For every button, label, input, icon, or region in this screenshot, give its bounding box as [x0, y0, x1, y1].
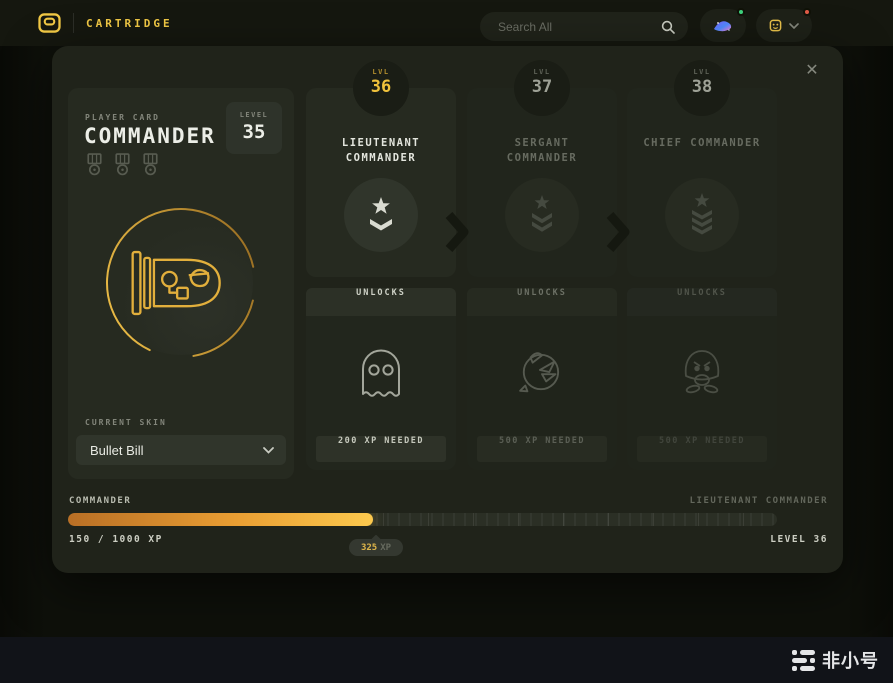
brand-name: CARTRIDGE	[86, 17, 173, 30]
xp-progress-bar	[68, 513, 777, 526]
tooltip-unit: XP	[380, 543, 391, 553]
unlocks-header: UNLOCKS	[467, 288, 617, 316]
divider	[73, 13, 74, 33]
chevron-down-icon	[263, 447, 274, 454]
level-notch: LVL 37	[514, 60, 570, 116]
brand[interactable]: CARTRIDGE	[38, 13, 173, 33]
alert-status-dot	[803, 8, 811, 16]
search-input[interactable]	[496, 19, 661, 35]
nebula-avatar-icon	[712, 18, 734, 34]
rank-star-three-chevrons-icon	[665, 178, 739, 252]
next-rank-label: LIEUTENANT COMMANDER	[690, 496, 828, 506]
rank-card-lvl-36: LVL 36 LIEUTENANT COMMANDER	[306, 88, 456, 277]
current-skin-label: CURRENT SKIN	[85, 418, 167, 427]
cartridge-logo-icon	[38, 13, 61, 33]
lvl-label: LVL	[514, 68, 570, 76]
chevron-down-icon	[789, 23, 799, 29]
medal-icon	[140, 152, 161, 177]
skin-dropdown[interactable]: Bullet Bill	[76, 435, 286, 465]
watermark-text: 非小号	[822, 647, 879, 673]
xp-progress-fill	[68, 513, 373, 526]
rank-star-two-chevrons-icon	[505, 178, 579, 252]
xp-needed-button[interactable]: 500 XP NEEDED	[637, 436, 767, 462]
skin-avatar	[105, 207, 257, 359]
close-icon[interactable]: ✕	[801, 60, 823, 82]
level-box: LEVEL 35	[226, 102, 282, 154]
chevron-right-connector-icon	[606, 212, 632, 252]
cheep-cheep-icon	[517, 346, 567, 396]
ghost-icon	[358, 346, 404, 400]
bullet-bill-outline-icon	[123, 244, 239, 322]
unlocks-header: UNLOCKS	[627, 288, 777, 316]
lvl-value: 37	[514, 77, 570, 97]
level-label: LEVEL	[226, 111, 282, 119]
unlock-panel-lvl-38: 500 XP NEEDED	[627, 316, 777, 470]
lvl-label: LVL	[674, 68, 730, 76]
search-icon[interactable]	[661, 20, 675, 34]
lvl-label: LVL	[353, 68, 409, 76]
rank-card-lvl-38: LVL 38 CHIEF COMMANDER	[627, 88, 777, 277]
feixiaohao-watermark: 非小号	[792, 647, 879, 673]
medal-icon	[84, 152, 105, 177]
footer-strip: 非小号	[0, 637, 893, 683]
goomba-icon	[675, 346, 729, 396]
current-rank-label: COMMANDER	[69, 496, 131, 506]
player-card: PLAYER CARD COMMANDER LEVEL 35	[68, 88, 294, 479]
search-bar[interactable]	[480, 12, 688, 41]
chevron-right-connector-icon	[445, 212, 471, 252]
rank-name: SERGANT COMMANDER	[467, 136, 617, 166]
rank-name: LIEUTENANT COMMANDER	[306, 136, 456, 166]
unlocks-header: UNLOCKS	[306, 288, 456, 316]
level-notch: LVL 36	[353, 60, 409, 116]
rank-name: CHIEF COMMANDER	[627, 136, 777, 151]
level-value: 35	[226, 121, 282, 143]
skin-dropdown-value: Bullet Bill	[90, 443, 143, 458]
xp-tooltip: 325 XP	[349, 539, 403, 556]
unlock-panel-lvl-37: 500 XP NEEDED	[467, 316, 617, 470]
xp-needed-button[interactable]: 500 XP NEEDED	[477, 436, 607, 462]
level-notch: LVL 38	[674, 60, 730, 116]
feixiaohao-logo-icon	[792, 650, 815, 671]
rank-star-one-chevron-icon	[344, 178, 418, 252]
xp-needed-button[interactable]: 200 XP NEEDED	[316, 436, 446, 462]
medal-row	[84, 152, 161, 177]
xp-amount-label: 150 / 1000 XP	[69, 534, 163, 545]
rank-card-lvl-37: LVL 37 SERGANT COMMANDER	[467, 88, 617, 277]
next-level-label: LEVEL 36	[770, 534, 828, 545]
lvl-value: 38	[674, 77, 730, 97]
player-card-label: PLAYER CARD	[85, 113, 160, 122]
rank-progression-modal: ✕ PLAYER CARD COMMANDER LEVEL 35	[52, 46, 843, 573]
medal-icon	[112, 152, 133, 177]
lvl-value: 36	[353, 77, 409, 97]
account-avatar-icon	[769, 19, 782, 32]
unlock-panel-lvl-36: 200 XP NEEDED	[306, 316, 456, 470]
player-rank-name: COMMANDER	[84, 124, 216, 148]
online-status-dot	[737, 8, 745, 16]
top-navbar: CARTRIDGE	[0, 0, 893, 46]
